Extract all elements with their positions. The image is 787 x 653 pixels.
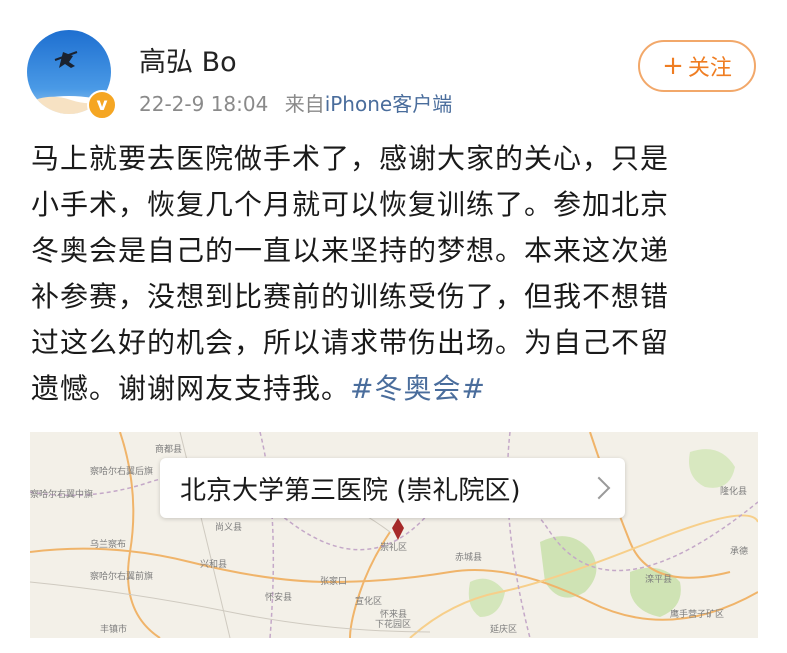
follow-label: 关注	[687, 56, 732, 81]
map-label: 兴和县	[200, 560, 228, 570]
content-line: 小手术，恢复几个月就可以恢复训练了。参加北京	[31, 188, 670, 221]
v-badge-icon: v	[87, 90, 117, 120]
username[interactable]: 高弘 Bo	[139, 40, 237, 79]
location-name: 北京大学第三医院 (崇礼院区)	[180, 475, 521, 506]
chevron-right-icon	[587, 476, 611, 500]
map-label: 丰镇市	[100, 625, 128, 635]
content-line: 马上就要去医院做手术了，感谢大家的关心，只是	[31, 142, 670, 175]
content-line: 冬奥会是自己的一直以来坚持的梦想。本来这次递	[31, 234, 670, 267]
map-label: 察哈尔右翼前旗	[90, 572, 154, 582]
map-label: 鹰手营子矿区	[670, 610, 725, 620]
post-content: 马上就要去医院做手术了，感谢大家的关心，只是 小手术，恢复几个月就可以恢复训练了…	[31, 136, 767, 412]
map-label: 承德	[730, 547, 749, 557]
content-text: 遗憾。谢谢网友支持我。	[31, 372, 351, 405]
post-meta: 22-2-9 18:04 来自iPhone客户端	[139, 88, 452, 117]
map-label: 宣化区	[355, 597, 383, 607]
map-label: 尚义县	[215, 523, 243, 533]
location-card[interactable]: 北京大学第三医院 (崇礼院区)	[160, 458, 625, 518]
plus-icon: +	[662, 51, 684, 81]
map-label: 延庆区	[490, 625, 518, 635]
follow-button[interactable]: + 关注	[638, 40, 756, 92]
map-label: 察哈尔右翼后旗	[90, 467, 154, 477]
map-label: 崇礼区	[380, 543, 408, 553]
content-line-last: 遗憾。谢谢网友支持我。#冬奥会#	[31, 366, 767, 412]
map-label: 赤城县	[455, 553, 483, 563]
timestamp: 22-2-9 18:04	[139, 92, 269, 116]
source-link[interactable]: iPhone客户端	[325, 92, 453, 116]
map-label: 隆化县	[720, 487, 748, 497]
map-label: 怀来县	[380, 610, 408, 620]
source-prefix: 来自	[284, 92, 325, 116]
hashtag-link[interactable]: #冬奥会#	[350, 372, 486, 405]
map-label: 商都县	[155, 445, 183, 455]
map-label: 乌兰察布	[90, 540, 127, 550]
map-label: 察哈尔右翼中旗	[30, 490, 94, 500]
map-label: 滦平县	[645, 575, 673, 585]
content-line: 补参赛，没想到比赛前的训练受伤了，但我不想错	[31, 280, 670, 313]
map-label: 怀安县	[265, 593, 293, 603]
content-line: 过这么好的机会，所以请求带伤出场。为自己不留	[31, 326, 670, 359]
map-label: 张家口	[320, 577, 348, 587]
